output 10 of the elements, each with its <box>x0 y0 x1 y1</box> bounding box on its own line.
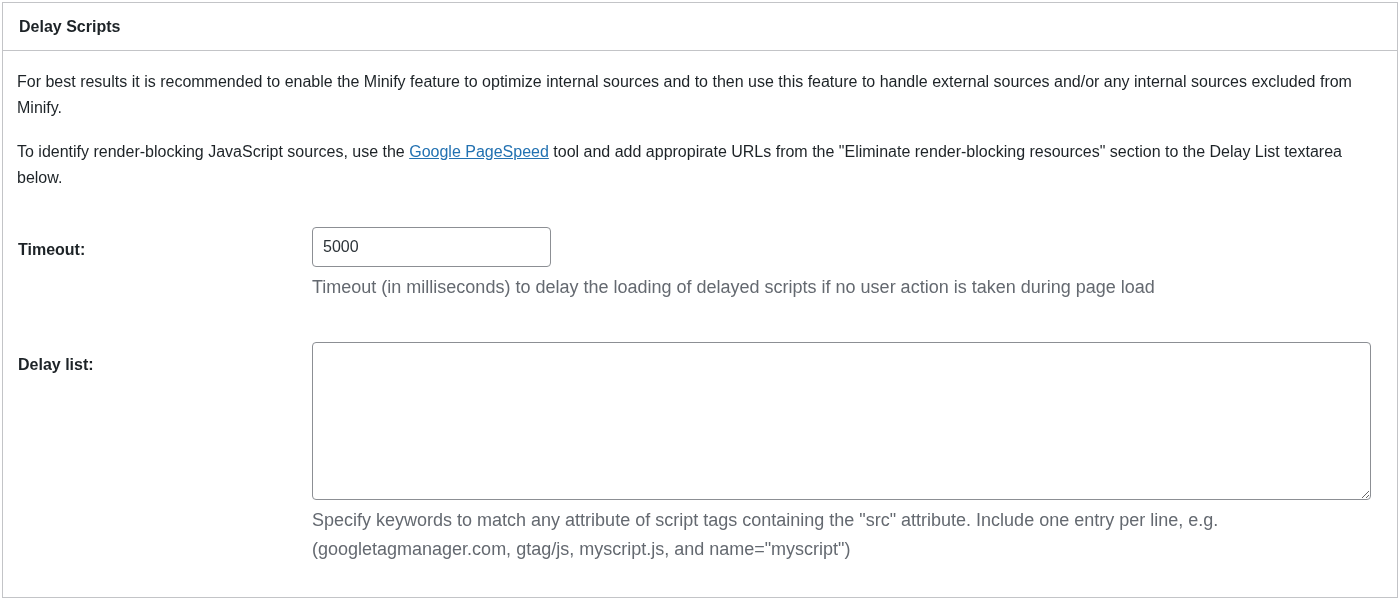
panel-title: Delay Scripts <box>3 3 1397 51</box>
field-description: Specify keywords to match any attribute of script tags containing the "src" attribute. Include one entry per line, e.g. (googletagmanager.com, gtag/js, myscript.js, and name="myscript") <box>312 509 1220 561</box>
field-description: Timeout (in milliseconds) to delay the loading of delayed scripts if no user action is taken during page load <box>312 276 1156 299</box>
intro-paragraph: For best results it is recommended to enable the Minify feature to optimize internal sources and to then use this feature to handle external sources and/or any internal sources excluded from Minify. <box>17 72 1353 118</box>
pagespeed-link[interactable]: Google PageSpeed <box>409 143 549 160</box>
intro-paragraph: To identify render-blocking JavaScript sources, use the Google PageSpeed tool and add appropirate URLs from the "Eliminate render-blocking resources" section to the Delay List textarea below. <box>17 142 1343 188</box>
field-label: Timeout: <box>18 240 87 259</box>
delay-list-textarea[interactable] <box>312 342 1371 500</box>
field-label: Delay list: <box>18 355 95 374</box>
timeout-input[interactable]: 5000 <box>312 227 551 267</box>
